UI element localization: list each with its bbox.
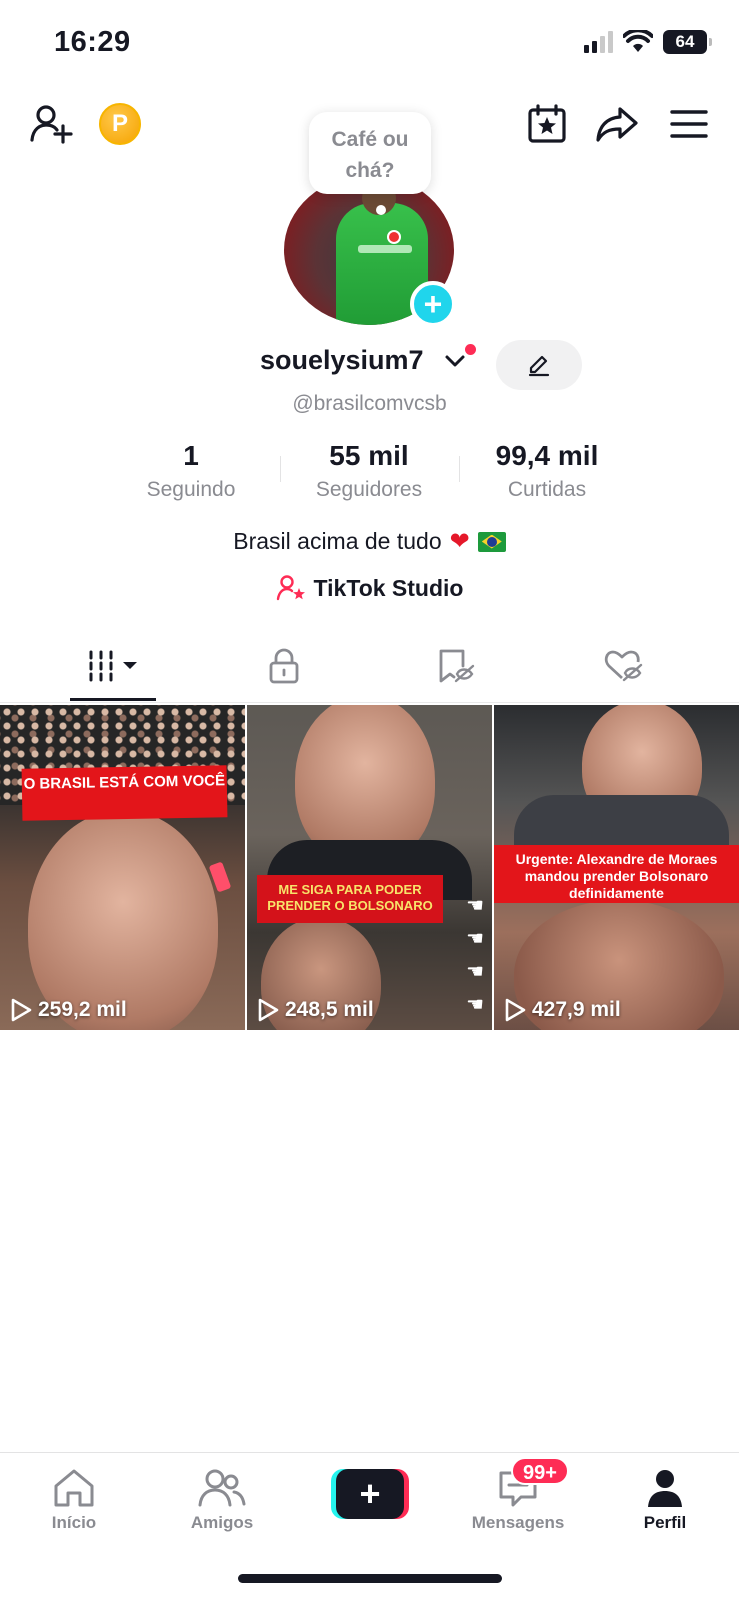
tab-saved[interactable] xyxy=(374,630,538,702)
avatar-container: + xyxy=(284,175,456,327)
status-time: 16:29 xyxy=(54,26,131,58)
pencil-icon xyxy=(528,355,550,377)
user-handle: @brasilcomvcsb xyxy=(292,392,447,415)
brazil-flag-icon xyxy=(477,531,506,552)
nav-label: Perfil xyxy=(643,1513,687,1532)
play-icon xyxy=(11,998,32,1022)
wifi-icon xyxy=(623,30,653,52)
stat-divider xyxy=(280,456,281,482)
view-count: 427,9 mil xyxy=(504,998,621,1022)
menu-icon xyxy=(670,110,708,138)
stat-value: 1 xyxy=(183,440,199,471)
video-thumbnail[interactable]: ME SIGA PARA PODER PRENDER O BOLSONARO ☚… xyxy=(247,705,492,1030)
view-count-text: 427,9 mil xyxy=(532,998,621,1021)
home-icon xyxy=(54,1469,94,1507)
notification-dot xyxy=(465,344,476,355)
tab-videos[interactable] xyxy=(32,630,196,702)
stat-value: 99,4 mil xyxy=(495,440,599,471)
stat-following[interactable]: 1 Seguindo xyxy=(111,440,271,502)
username[interactable]: souelysium7 xyxy=(260,345,424,376)
nav-profile[interactable]: Perfil xyxy=(605,1463,725,1533)
tiktok-studio-link[interactable]: TikTok Studio xyxy=(0,574,739,602)
bio: Brasil acima de tudo ❤ xyxy=(0,527,739,556)
profile-stats: 1 Seguindo 55 mil Seguidores 99,4 mil Cu… xyxy=(0,440,739,510)
view-count: 248,5 mil xyxy=(257,998,374,1022)
calendar-star-icon xyxy=(528,104,566,143)
view-count-text: 259,2 mil xyxy=(38,998,127,1021)
video-thumbnail[interactable]: Urgente: Alexandre de Moraes mandou pren… xyxy=(494,705,739,1030)
status-icons: 64 xyxy=(584,30,712,54)
active-tab-indicator xyxy=(70,698,156,701)
bio-text: Brasil acima de tudo xyxy=(233,528,442,554)
coin-icon[interactable]: P xyxy=(99,103,141,145)
tab-private[interactable] xyxy=(202,630,366,702)
nav-home[interactable]: Início xyxy=(14,1463,134,1533)
tab-liked[interactable] xyxy=(542,630,706,702)
nav-label: Mensagens xyxy=(471,1513,565,1532)
play-icon xyxy=(258,998,279,1022)
home-indicator xyxy=(238,1574,502,1583)
menu-button[interactable] xyxy=(666,101,712,147)
stat-label: Seguindo xyxy=(146,478,236,501)
profile-icon xyxy=(648,1470,682,1507)
nav-label: Amigos xyxy=(190,1513,254,1532)
liked-hidden-icon xyxy=(604,650,643,682)
video-caption: Urgente: Alexandre de Moraes mandou pren… xyxy=(494,845,739,903)
video-thumbnail[interactable]: O BRASIL ESTÁ COM VOCÊ 259,2 mil xyxy=(0,705,245,1030)
stat-label: Seguidores xyxy=(315,478,423,501)
add-user-icon xyxy=(30,105,73,144)
chevron-down-icon[interactable] xyxy=(444,354,466,370)
avatar-jersey-crest xyxy=(387,230,401,244)
stat-followers[interactable]: 55 mil Seguidores xyxy=(289,440,449,502)
edit-profile-button[interactable] xyxy=(496,340,582,390)
creator-star-icon xyxy=(276,575,305,601)
status-bar: 16:29 64 xyxy=(0,0,739,80)
unread-badge: 99+ xyxy=(511,1457,569,1485)
cellular-signal-icon xyxy=(584,31,613,53)
create-button[interactable]: + xyxy=(331,1469,409,1519)
stat-value: 55 mil xyxy=(329,440,409,471)
play-icon xyxy=(505,998,526,1022)
friends-icon xyxy=(198,1469,246,1507)
note-bubble-tail xyxy=(376,205,386,215)
heart-emoji-icon: ❤ xyxy=(449,528,470,555)
battery-icon: 64 xyxy=(663,30,712,54)
stat-likes[interactable]: 99,4 mil Curtidas xyxy=(467,440,627,502)
video-caption: O BRASIL ESTÁ COM VOCÊ xyxy=(21,765,228,821)
username-row: souelysium7 xyxy=(0,340,739,390)
videos-grid-icon xyxy=(89,650,137,682)
avatar-jersey-sponsor xyxy=(358,245,412,253)
add-story-button[interactable]: + xyxy=(410,281,456,327)
note-bubble[interactable]: Café ou chá? xyxy=(309,112,431,194)
video-caption: ME SIGA PARA PODER PRENDER O BOLSONARO xyxy=(257,875,443,923)
share-button[interactable] xyxy=(594,101,640,147)
lock-icon xyxy=(269,648,299,684)
stat-label: Curtidas xyxy=(507,478,587,501)
calendar-button[interactable] xyxy=(524,101,570,147)
plus-icon: + xyxy=(336,1469,404,1519)
bookmark-hidden-icon xyxy=(439,649,475,683)
thumbnail-face-image xyxy=(28,810,218,1030)
profile-tabs xyxy=(0,630,739,703)
view-count-text: 248,5 mil xyxy=(285,998,374,1021)
pointing-hands-icon: ☚ ☚ ☚ ☚ xyxy=(466,895,484,1016)
thumbnail-suit-image xyxy=(514,795,729,850)
nav-label: Início xyxy=(51,1513,97,1532)
view-count: 259,2 mil xyxy=(10,998,127,1022)
share-icon xyxy=(596,107,638,142)
stat-divider xyxy=(459,456,460,482)
tiktok-studio-label: TikTok Studio xyxy=(313,574,464,601)
nav-friends[interactable]: Amigos xyxy=(162,1463,282,1533)
add-friend-button[interactable] xyxy=(28,101,74,147)
video-grid: O BRASIL ESTÁ COM VOCÊ 259,2 mil ME SIGA… xyxy=(0,705,739,1030)
